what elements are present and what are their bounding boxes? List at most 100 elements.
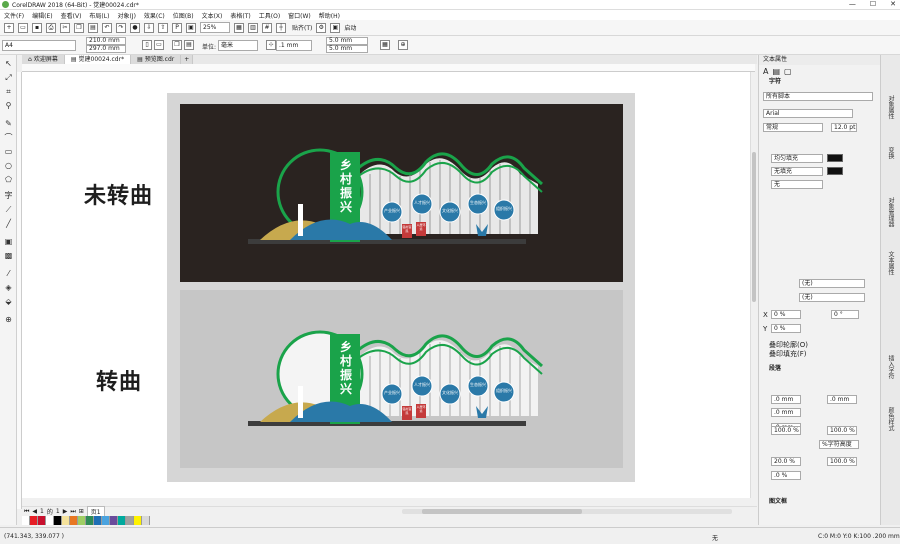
crop-tool-icon[interactable]: ⌗ [3, 87, 14, 96]
underline-style-select[interactable]: (无) [799, 279, 865, 288]
interactive-fill-icon[interactable]: ◈ [3, 283, 14, 292]
paragraph-section-header[interactable]: 段落 [759, 364, 781, 373]
page-size-select[interactable]: A4 [2, 40, 76, 51]
menu-view[interactable]: 查看(V) [61, 11, 82, 20]
add-page-icon[interactable]: ⊕ [398, 40, 408, 50]
fullscreen-preview-icon[interactable]: ▦ [234, 22, 244, 33]
swatch[interactable] [62, 516, 70, 525]
spacing-before-field[interactable]: 100.0 % [771, 426, 801, 435]
artwork-unconverted[interactable] [180, 104, 623, 282]
page-height-field[interactable]: 297.0 mm [86, 45, 126, 53]
tab-color-styles[interactable]: 颜色样式 [885, 407, 895, 431]
horizontal-ruler[interactable] [22, 64, 755, 72]
artwork-converted[interactable] [180, 290, 623, 468]
current-page-icon[interactable]: ▤ [184, 40, 194, 50]
menu-layout[interactable]: 布局(L) [89, 11, 109, 20]
rulers-icon[interactable]: ▥ [248, 22, 258, 33]
swatch[interactable] [94, 516, 102, 525]
outline-select[interactable]: 无 [771, 180, 823, 189]
spacing-after-field[interactable]: 100.0 % [827, 426, 857, 435]
minimize-button[interactable]: — [849, 0, 856, 8]
print-icon[interactable]: ⎙ [46, 22, 56, 33]
tab-welcome[interactable]: ⌂ 欢迎屏幕 [22, 55, 65, 64]
tab-object-manager[interactable]: 对象管理器 [885, 197, 895, 227]
freehand-tool-icon[interactable]: ✎ [3, 119, 14, 128]
scroll-thumb[interactable] [752, 152, 756, 302]
undo-icon[interactable]: ↶ [102, 22, 112, 33]
background-color-swatch[interactable] [827, 167, 843, 175]
swatch[interactable] [110, 516, 118, 525]
right-indent-field[interactable]: .0 mm [827, 395, 857, 404]
swatch[interactable] [134, 516, 142, 525]
redo-icon[interactable]: ↷ [116, 22, 126, 33]
font-style-select[interactable]: 常规 [763, 123, 823, 132]
zoom-tool-icon[interactable]: ⚲ [3, 101, 14, 110]
maximize-button[interactable]: ☐ [870, 0, 876, 8]
menu-tools[interactable]: 工具(O) [259, 11, 280, 20]
grid-icon[interactable]: # [262, 22, 272, 33]
page-width-field[interactable]: 210.0 mm [86, 37, 126, 45]
swatch-none[interactable] [22, 516, 30, 525]
duplicate-y-field[interactable]: 5.0 mm [326, 45, 368, 53]
swatch[interactable] [126, 516, 134, 525]
swatch[interactable] [118, 516, 126, 525]
pick-tool-icon[interactable]: ↖ [3, 59, 14, 68]
shape-tool-icon[interactable]: ⤢ [3, 73, 14, 82]
paste-icon[interactable]: ▤ [88, 22, 98, 33]
menu-object[interactable]: 对象(J) [117, 11, 135, 20]
eyedropper-icon[interactable]: ⁄ [3, 269, 14, 278]
application-launcher-icon[interactable]: ▣ [330, 22, 341, 33]
artistic-media-icon[interactable]: ⌒ [3, 133, 14, 142]
first-page-icon[interactable]: ⏮ [24, 508, 29, 516]
char-angle-field[interactable]: 0 ° [831, 310, 859, 319]
smart-fill-icon[interactable]: ⬙ [3, 297, 14, 306]
units-select[interactable]: 毫米 [218, 40, 258, 51]
menu-effects[interactable]: 效果(C) [144, 11, 165, 20]
landscape-icon[interactable]: ▭ [154, 40, 164, 50]
label-unconverted[interactable]: 未转曲 [84, 178, 153, 210]
char-spacing-field[interactable]: 100.0 % [827, 457, 857, 466]
script-select[interactable]: 所有脚本 [763, 92, 873, 101]
parallel-dimension-icon[interactable]: ⟋ [3, 205, 14, 214]
y-offset-field[interactable]: 0 % [771, 324, 801, 333]
transparency-icon[interactable]: ▩ [3, 251, 14, 260]
all-pages-icon[interactable]: ❐ [172, 40, 182, 50]
close-button[interactable]: ✕ [890, 0, 896, 8]
menu-table[interactable]: 表格(T) [230, 11, 250, 20]
tab-document[interactable]: ▤ 觉建00024.cdr* [64, 55, 132, 64]
open-icon[interactable]: ▭ [18, 22, 28, 33]
prev-page-icon[interactable]: ◀ [32, 508, 37, 515]
font-select[interactable]: Arial [763, 109, 853, 118]
snap-to-dropdown[interactable]: 贴齐(T) [292, 23, 312, 32]
launch-dropdown[interactable]: 启动 [344, 23, 356, 32]
portrait-icon[interactable]: ▯ [142, 40, 152, 50]
save-icon[interactable]: ▪ [32, 22, 42, 33]
line-spacing-units-select[interactable]: %字符高度 [819, 440, 859, 449]
swatch[interactable] [38, 516, 46, 525]
strikethrough-style-select[interactable]: (无) [799, 293, 865, 302]
zoom-level-field[interactable]: 25% [200, 22, 230, 33]
horizontal-scrollbar[interactable] [402, 509, 732, 514]
scroll-thumb[interactable] [422, 509, 582, 514]
label-converted[interactable]: 转曲 [96, 364, 142, 396]
tab-transform[interactable]: 变换 [885, 147, 895, 159]
menu-edit[interactable]: 编辑(E) [32, 11, 52, 20]
text-tool-icon[interactable]: 字 [3, 191, 14, 200]
frame-icon[interactable]: ▢ [784, 67, 792, 76]
add-tab-button[interactable]: + [181, 55, 194, 64]
overprint-fill-checkbox[interactable]: 叠印填充(F) [769, 349, 807, 359]
font-size-field[interactable]: 12.0 pt [831, 123, 857, 132]
ellipse-tool-icon[interactable]: ○ [3, 161, 14, 170]
nudge-distance-field[interactable]: .1 mm [276, 40, 312, 51]
connector-tool-icon[interactable]: ╱ [3, 219, 14, 228]
paragraph-icon[interactable]: ▤ [772, 67, 780, 76]
character-icon[interactable]: A [763, 67, 768, 76]
cut-icon[interactable]: ✂ [60, 22, 70, 33]
menu-bitmaps[interactable]: 位图(B) [173, 11, 194, 20]
left-indent-field[interactable]: .0 mm [771, 395, 801, 404]
treat-as-filled-icon[interactable]: ▦ [380, 40, 390, 50]
menu-text[interactable]: 文本(X) [202, 11, 223, 20]
swatch[interactable] [102, 516, 110, 525]
frame-section-header[interactable]: 图文框 [759, 497, 787, 506]
first-line-indent-field[interactable]: .0 mm [771, 408, 801, 417]
